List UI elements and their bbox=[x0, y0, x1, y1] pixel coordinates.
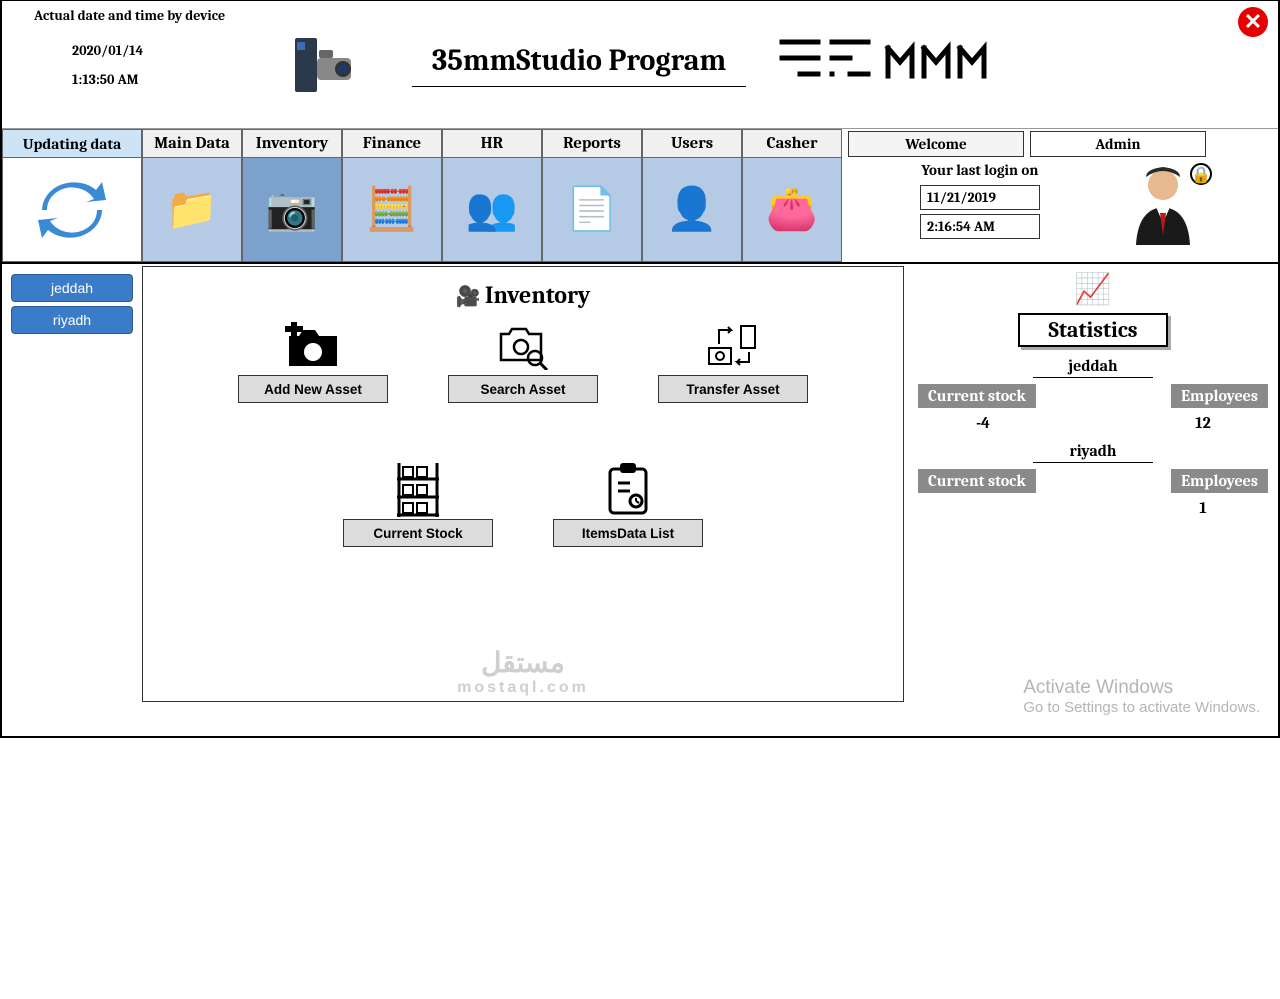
stat-emp-value-1: 12 bbox=[1138, 408, 1268, 432]
username: Admin bbox=[1030, 131, 1206, 157]
inv-transfer-asset: Transfer Asset bbox=[658, 319, 808, 403]
main-toolbar: Updating data Main Data 📁 Inventory 📷 Fi… bbox=[2, 129, 1278, 264]
itemsdata-list-button[interactable]: ItemsData List bbox=[553, 519, 703, 547]
brand-logo bbox=[766, 28, 1016, 101]
statistics-panel: 📈 Statistics jeddah Current stock Employ… bbox=[908, 264, 1278, 999]
refresh-icon bbox=[3, 158, 141, 261]
inv-add-asset: Add New Asset bbox=[238, 319, 388, 403]
tool-finance[interactable]: Finance 🧮 bbox=[342, 129, 442, 262]
activate-title: Activate Windows bbox=[1023, 677, 1260, 699]
last-login-time: 2:16:54 AM bbox=[920, 214, 1040, 239]
transfer-icon bbox=[658, 319, 808, 373]
stat-stock-value-2 bbox=[918, 493, 1048, 517]
users-icon: 👤 bbox=[643, 158, 741, 261]
stat-stock-header: Current stock bbox=[918, 384, 1036, 408]
inv-current-stock: Current Stock bbox=[343, 463, 493, 547]
document-icon: 📄 bbox=[543, 158, 641, 261]
tool-users[interactable]: Users 👤 bbox=[642, 129, 742, 262]
user-avatar-icon[interactable]: 🔒 bbox=[1120, 161, 1206, 247]
tool-label: Inventory bbox=[243, 130, 341, 158]
inv-search-asset: Search Asset bbox=[448, 319, 598, 403]
tool-label: Casher bbox=[743, 130, 841, 158]
inv-items-list: ItemsData List bbox=[553, 463, 703, 547]
chart-icon: 📈 bbox=[914, 272, 1272, 307]
lock-icon: 🔒 bbox=[1190, 163, 1212, 185]
branch-sidebar: jeddah riyadh bbox=[2, 264, 142, 999]
search-asset-button[interactable]: Search Asset bbox=[448, 375, 598, 403]
current-time: 1:13:50 AM bbox=[72, 71, 282, 88]
stat-emp-value-2: 1 bbox=[1138, 493, 1268, 517]
header: Actual date and time by device 2020/01/1… bbox=[2, 1, 1278, 129]
branch-riyadh-button[interactable]: riyadh bbox=[11, 306, 133, 334]
user-panel: Welcome Admin Your last login on 11/21/2… bbox=[842, 129, 1212, 262]
current-stock-button[interactable]: Current Stock bbox=[343, 519, 493, 547]
search-camera-icon bbox=[448, 319, 598, 373]
stat-branch-1-name: jeddah bbox=[1033, 357, 1153, 378]
tool-hr[interactable]: HR 👥 bbox=[442, 129, 542, 262]
tool-label: Main Data bbox=[143, 130, 241, 158]
tool-main-data[interactable]: Main Data 📁 bbox=[142, 129, 242, 262]
stat-branch-2-name: riyadh bbox=[1033, 442, 1153, 463]
people-icon: 👥 bbox=[443, 158, 541, 261]
camcorder-icon bbox=[282, 19, 362, 111]
stat-stock-value-1: -4 bbox=[918, 408, 1048, 432]
calculator-icon: 🧮 bbox=[343, 158, 441, 261]
folder-icon: 📁 bbox=[143, 158, 241, 261]
welcome-label: Welcome bbox=[848, 131, 1024, 157]
tool-label: Users bbox=[643, 130, 741, 158]
windows-activation-notice: Activate Windows Go to Settings to activ… bbox=[1023, 677, 1260, 716]
tool-inventory[interactable]: Inventory 📷 bbox=[242, 129, 342, 262]
add-camera-icon bbox=[238, 319, 388, 373]
tool-casher[interactable]: Casher 👛 bbox=[742, 129, 842, 262]
inventory-panel: Inventory Add New Asset Search Asset Tra… bbox=[142, 266, 904, 702]
close-button[interactable]: ✕ bbox=[1238, 7, 1268, 37]
datetime-label: Actual date and time by device bbox=[34, 7, 282, 24]
transfer-asset-button[interactable]: Transfer Asset bbox=[658, 375, 808, 403]
tool-label: Updating data bbox=[3, 130, 141, 158]
tool-reports[interactable]: Reports 📄 bbox=[542, 129, 642, 262]
panel-title: Inventory bbox=[143, 281, 903, 309]
stat-emp-header-2: Employees bbox=[1171, 469, 1268, 493]
tool-updating-data[interactable]: Updating data bbox=[2, 129, 142, 262]
watermark: مستقل mostaql.com bbox=[457, 646, 589, 697]
statistics-button[interactable]: Statistics bbox=[1018, 313, 1168, 347]
scanner-icon: 📷 bbox=[243, 158, 341, 261]
watermark-en: mostaql.com bbox=[457, 679, 589, 697]
clipboard-icon bbox=[553, 463, 703, 517]
activate-subtitle: Go to Settings to activate Windows. bbox=[1023, 699, 1260, 716]
add-new-asset-button[interactable]: Add New Asset bbox=[238, 375, 388, 403]
current-date: 2020/01/14 bbox=[72, 42, 282, 59]
last-login-label: Your last login on bbox=[848, 161, 1112, 179]
tool-label: Finance bbox=[343, 130, 441, 158]
branch-jeddah-button[interactable]: jeddah bbox=[11, 274, 133, 302]
tool-label: HR bbox=[443, 130, 541, 158]
wallet-icon: 👛 bbox=[743, 158, 841, 261]
watermark-ar: مستقل bbox=[457, 646, 589, 679]
tool-label: Reports bbox=[543, 130, 641, 158]
shelves-icon bbox=[343, 463, 493, 517]
last-login-date: 11/21/2019 bbox=[920, 185, 1040, 210]
stat-stock-header-2: Current stock bbox=[918, 469, 1036, 493]
stat-emp-header: Employees bbox=[1171, 384, 1268, 408]
app-title: 35mmStudio Program bbox=[412, 43, 746, 87]
